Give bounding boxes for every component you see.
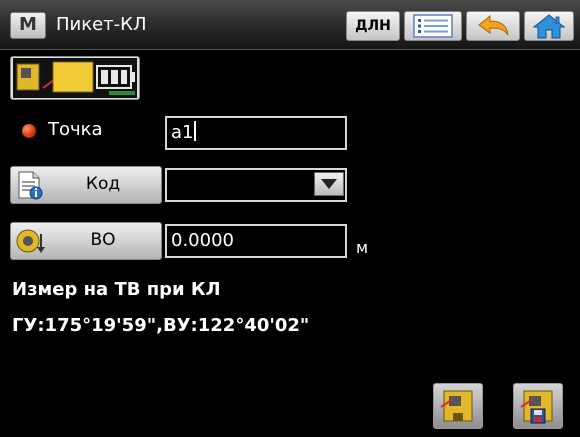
undo-button[interactable] — [466, 11, 520, 41]
measure-save-button[interactable] — [513, 383, 563, 429]
app-title: Пикет-КЛ — [56, 14, 147, 35]
point-status-dot — [22, 124, 36, 138]
title-bar: M Пикет-КЛ ДЛН — [0, 0, 580, 50]
measure-button[interactable] — [433, 383, 483, 429]
measure-icon — [440, 390, 473, 422]
text-cursor — [194, 121, 197, 141]
measure-save-icon — [520, 390, 553, 424]
point-label: Точка — [48, 119, 103, 140]
list-icon — [413, 14, 453, 38]
chevron-down-icon — [321, 179, 337, 189]
point-name-value: a1 — [171, 122, 194, 143]
total-station-prism-battery-icon — [13, 58, 137, 98]
home-icon — [532, 14, 566, 39]
list-view-button[interactable] — [404, 11, 462, 41]
dln-button[interactable]: ДЛН — [346, 11, 400, 41]
unit-label: м — [356, 238, 369, 257]
home-button[interactable] — [524, 11, 574, 41]
undo-arrow-icon — [478, 14, 509, 36]
angles-readout: ГУ:175°19'59",ВУ:122°40'02" — [12, 315, 310, 336]
instrument-mode-button[interactable] — [10, 56, 140, 100]
point-name-input[interactable]: a1 — [165, 116, 347, 150]
menu-button[interactable]: M — [10, 12, 46, 39]
measurement-status: Измер на ТВ при КЛ — [12, 279, 221, 300]
backsight-button-label: ВО — [90, 230, 116, 250]
code-list-icon — [15, 170, 45, 205]
code-button[interactable]: Код — [10, 166, 162, 204]
backsight-value: 0.0000 — [171, 230, 234, 251]
code-dropdown-button[interactable] — [314, 172, 344, 196]
code-button-label: Код — [85, 174, 121, 194]
backsight-button[interactable]: ВО — [10, 222, 162, 260]
backsight-value-input[interactable]: 0.0000 — [165, 224, 347, 258]
backsight-icon — [15, 226, 47, 261]
